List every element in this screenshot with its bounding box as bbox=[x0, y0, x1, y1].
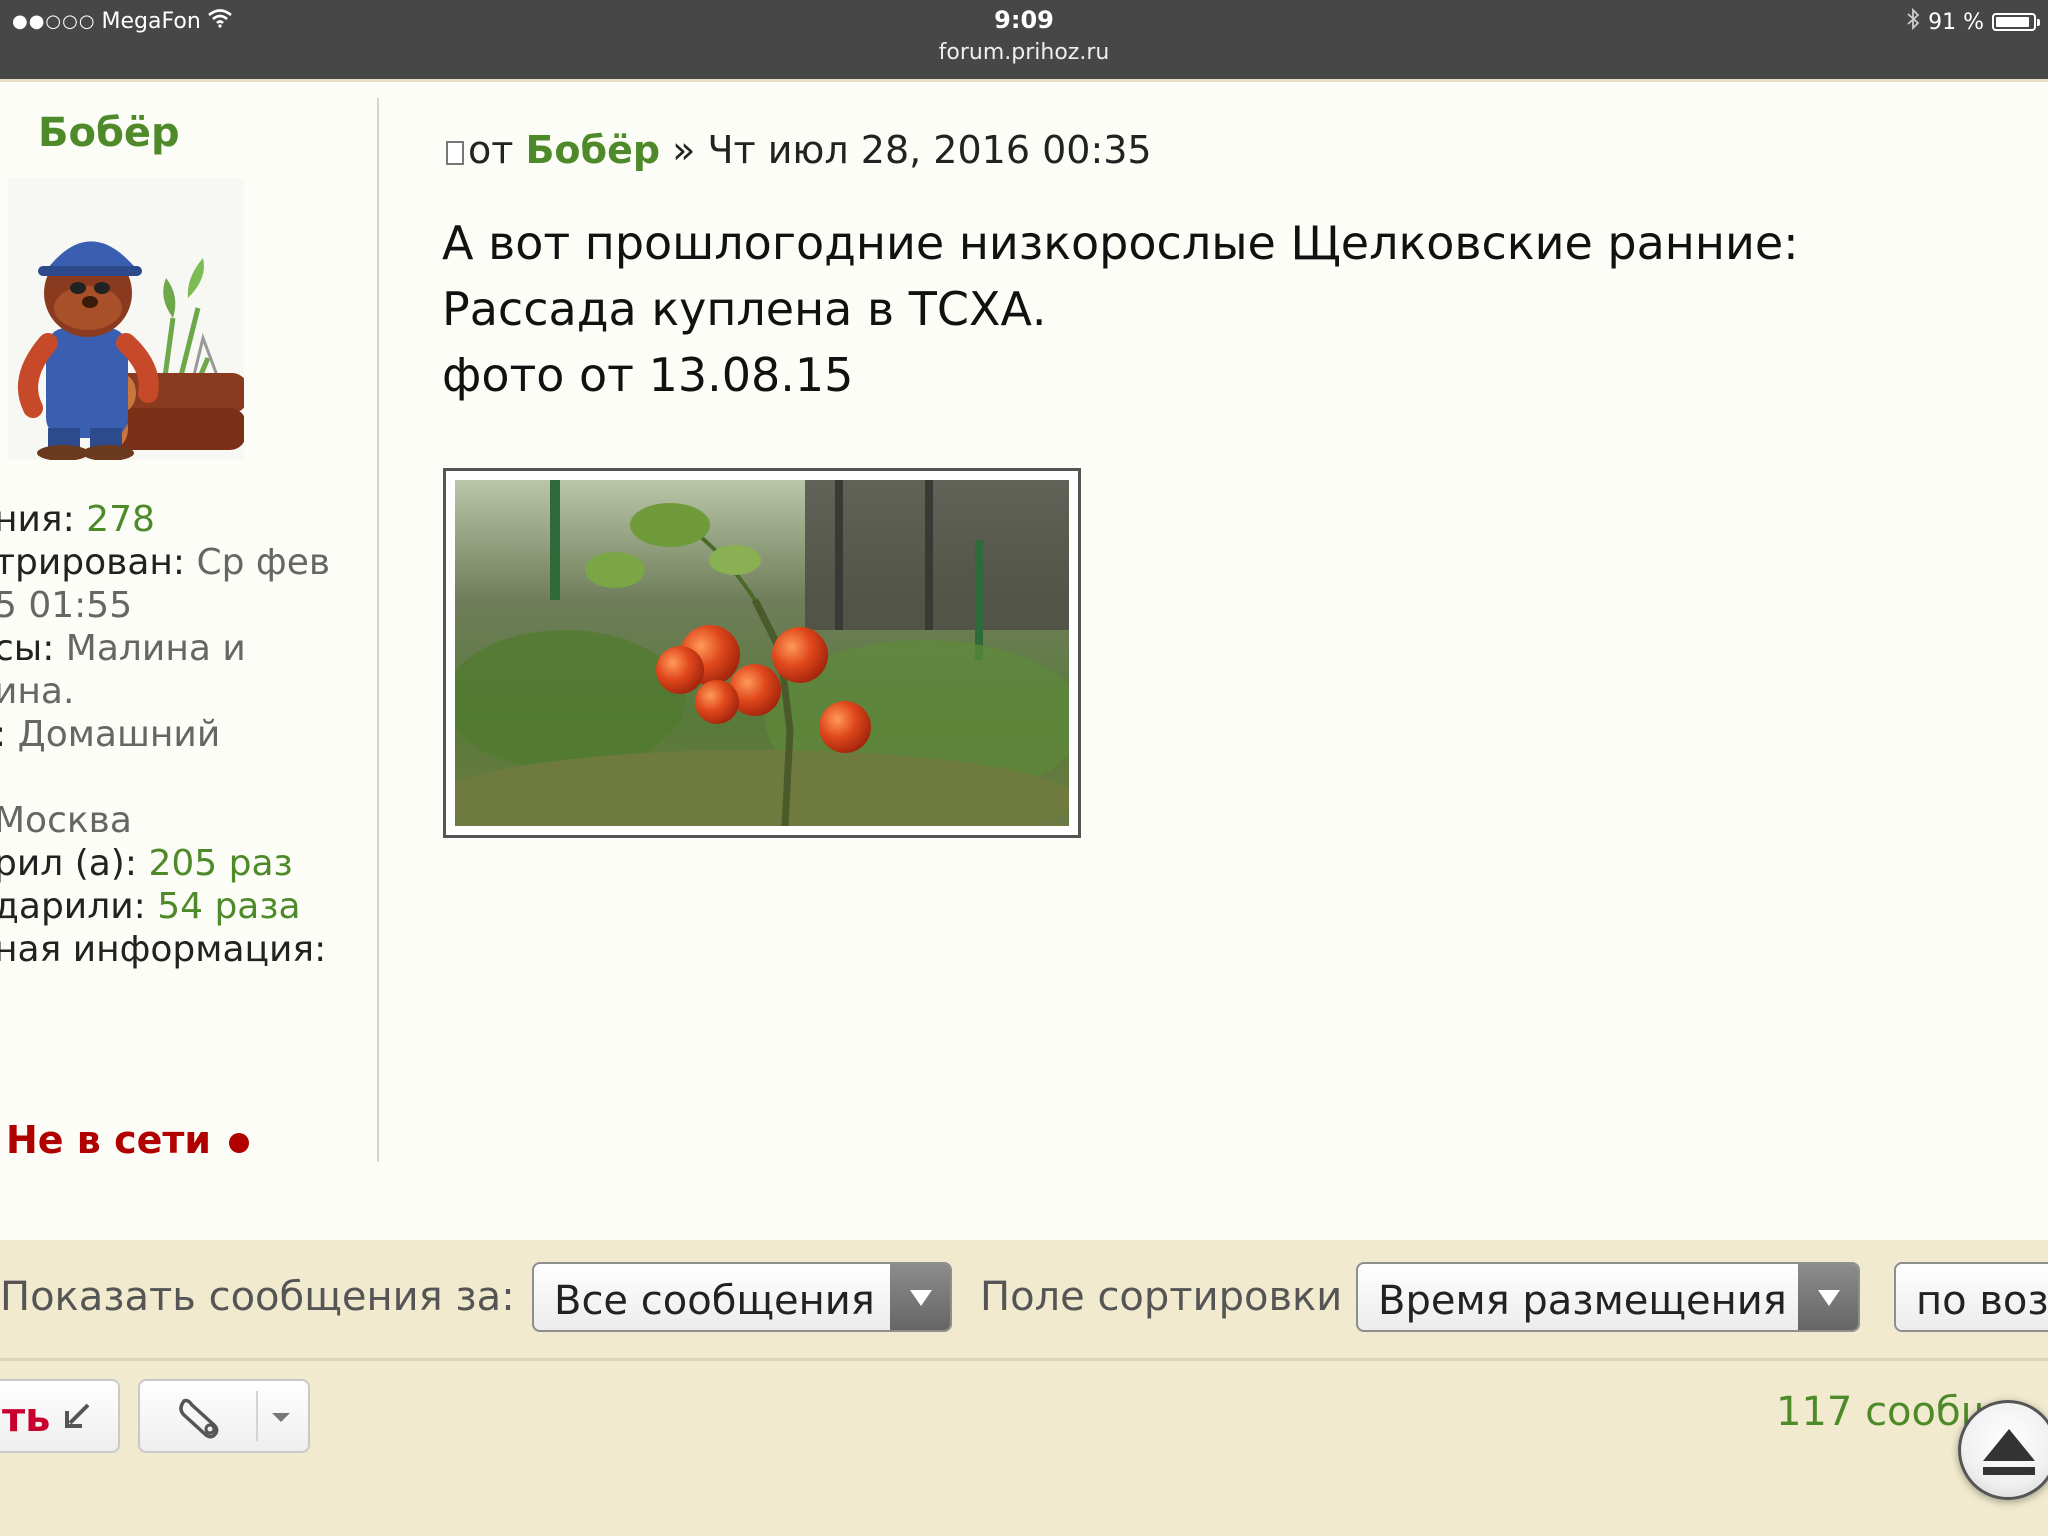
action-bar: ть 117 сообщ bbox=[0, 1361, 2048, 1536]
post-line: фото от 13.08.15 bbox=[442, 348, 854, 402]
online-status: Не в сети bbox=[6, 1118, 250, 1162]
battery-percent: 91 % bbox=[1928, 9, 1984, 35]
profile-info-line: : Домашний bbox=[0, 713, 330, 756]
profile-info-value[interactable]: 54 раза bbox=[157, 886, 300, 927]
show-posts-value: Все сообщения bbox=[554, 1278, 875, 1324]
post-author-link[interactable]: Бобёр bbox=[525, 128, 660, 172]
profile-info-label: ная информация: bbox=[0, 929, 327, 970]
column-divider bbox=[377, 98, 379, 1162]
button-divider bbox=[256, 1391, 258, 1441]
post-photo[interactable] bbox=[443, 468, 1081, 838]
profile-info-line: ная информация: bbox=[0, 928, 330, 971]
profile-info-label: сы: bbox=[0, 628, 66, 669]
sort-field-select[interactable]: Время размещения bbox=[1356, 1262, 1860, 1332]
offline-dot-icon bbox=[229, 1132, 250, 1153]
post-line: А вот прошлогодние низкорослые Щелковски… bbox=[442, 216, 1799, 270]
tomato-plant-photo bbox=[455, 480, 1069, 826]
profile-info-line: трирован: Ср фев bbox=[0, 541, 330, 584]
battery-icon bbox=[1992, 13, 2040, 31]
sort-field-label: Поле сортировки bbox=[980, 1274, 1343, 1320]
reply-arrow-icon bbox=[62, 1401, 92, 1435]
sort-bar: Показать сообщения за: Все сообщения Пол… bbox=[0, 1240, 2048, 1361]
wrench-icon bbox=[174, 1395, 220, 1445]
profile-info-line: ина. bbox=[0, 670, 330, 713]
caret-down-icon bbox=[272, 1413, 290, 1422]
bluetooth-icon bbox=[1906, 7, 1920, 36]
sort-order-value: по воз bbox=[1916, 1278, 2048, 1324]
profile-info-value: Малина и bbox=[65, 628, 246, 669]
profile-username[interactable]: Бобёр bbox=[38, 110, 180, 156]
profile-info-label: трирован: bbox=[0, 542, 197, 583]
chevron-down-icon bbox=[890, 1264, 950, 1330]
profile-info-line: рил (а): 205 раз bbox=[0, 842, 330, 885]
sort-order-select[interactable]: по воз bbox=[1894, 1262, 2048, 1332]
profile-info-value: ина. bbox=[0, 671, 75, 712]
clock: 9:09 bbox=[994, 6, 1054, 34]
reply-button-label: ть bbox=[2, 1395, 51, 1441]
profile-info-label: рил (а): bbox=[0, 843, 149, 884]
profile-info-line: Москва bbox=[0, 799, 330, 842]
address-url[interactable]: forum.prihoz.ru bbox=[0, 40, 2048, 65]
profile-info-value[interactable]: 205 раз bbox=[148, 843, 292, 884]
scroll-top-icon bbox=[1983, 1429, 2035, 1475]
profile-info-value: Ср фев bbox=[196, 542, 331, 583]
show-posts-select[interactable]: Все сообщения bbox=[532, 1262, 952, 1332]
post-separator: » bbox=[660, 128, 708, 172]
profile-info-label: : bbox=[0, 714, 18, 755]
profile-info-value: 5 01:55 bbox=[0, 585, 133, 626]
profile-info-label: дарили: bbox=[0, 886, 158, 927]
scroll-top-button[interactable] bbox=[1958, 1400, 2048, 1500]
profile-info-line: 5 01:55 bbox=[0, 584, 330, 627]
online-status-text: Не в сети bbox=[6, 1118, 212, 1162]
profile-info-value: Москва bbox=[0, 800, 132, 841]
profile-info: ния: 278 трирован: Ср фев 5 01:55 сы: Малин… bbox=[0, 498, 330, 971]
post-by-prefix: от bbox=[468, 128, 526, 172]
post-icon[interactable] bbox=[446, 141, 464, 165]
status-bar: ●●○○○ MegaFon 9:09 forum.prihoz.ru 91 % bbox=[0, 0, 2048, 79]
profile-info-value[interactable]: 278 bbox=[86, 499, 155, 540]
profile-info-value: Домашний bbox=[17, 714, 221, 755]
profile-info-line bbox=[0, 756, 330, 799]
profile-info-label: ния: bbox=[0, 499, 87, 540]
chevron-down-icon bbox=[1798, 1264, 1858, 1330]
post-header: от Бобёр » Чт июл 28, 2016 00:35 bbox=[446, 128, 1152, 172]
profile-info-line: сы: Малина и bbox=[0, 627, 330, 670]
profile-info-line: дарили: 54 раза bbox=[0, 885, 330, 928]
reply-button[interactable]: ть bbox=[0, 1379, 120, 1453]
tools-menu-button[interactable] bbox=[138, 1379, 310, 1453]
post-content: А вот прошлогодние низкорослые Щелковски… bbox=[442, 210, 1799, 408]
status-right: 91 % bbox=[1906, 7, 2040, 36]
show-posts-label: Показать сообщения за: bbox=[0, 1274, 515, 1320]
post-date: Чт июл 28, 2016 00:35 bbox=[707, 128, 1152, 172]
post-line: Рассада куплена в ТСХА. bbox=[442, 282, 1047, 336]
battery-fill bbox=[1996, 17, 2029, 27]
sort-field-value: Время размещения bbox=[1378, 1278, 1787, 1324]
avatar[interactable] bbox=[8, 178, 248, 461]
profile-info-line: ния: 278 bbox=[0, 498, 330, 541]
